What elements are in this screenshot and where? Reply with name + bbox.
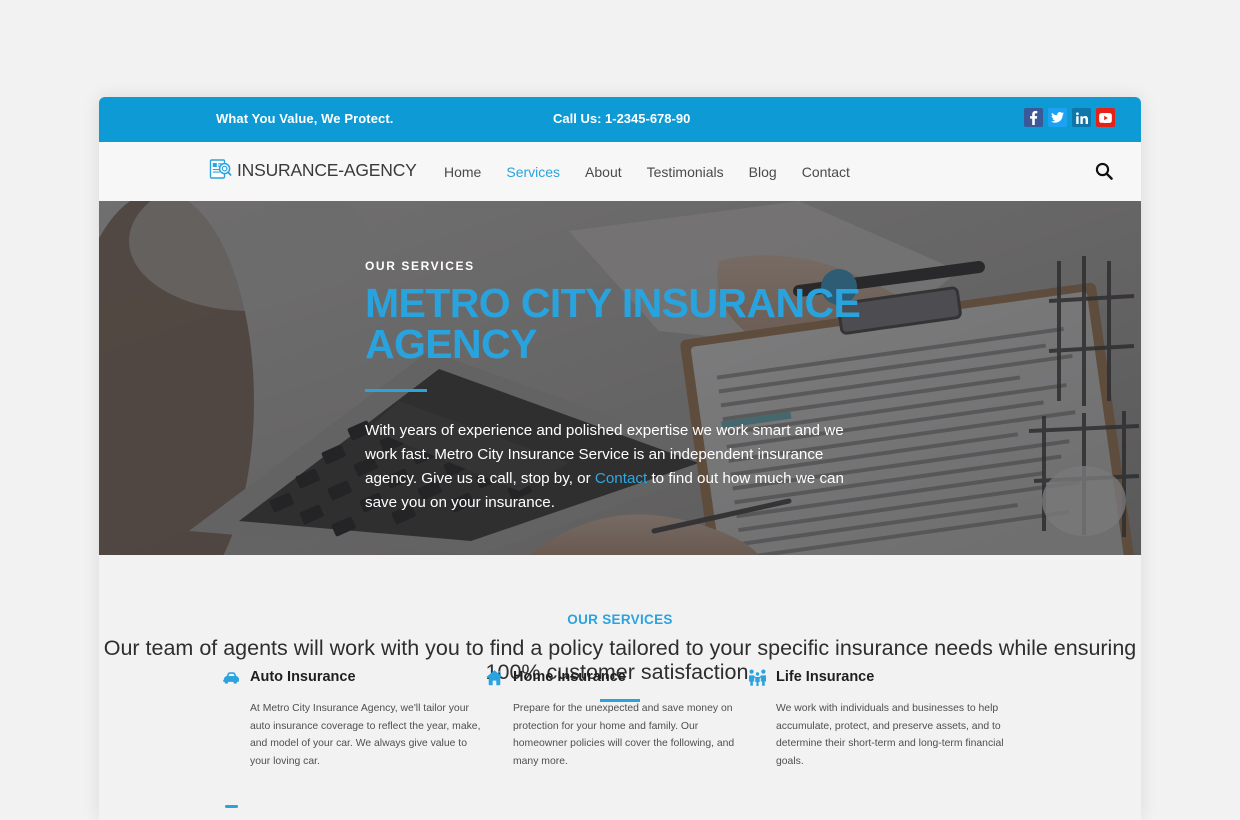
hero-contact-link[interactable]: Contact [595, 470, 647, 487]
service-card-title: Life Insurance [776, 669, 875, 685]
service-card-header: Life Insurance [748, 666, 1011, 688]
service-card-life: Life Insurance We work with individuals … [748, 666, 1011, 770]
hero-title: METRO CITY INSURANCE AGENCY [365, 280, 861, 367]
website-page: What You Value, We Protect. Call Us: 1-2… [99, 97, 1141, 820]
nav-item-home[interactable]: Home [444, 164, 481, 180]
phone-number-text: Call Us: 1-2345-678-90 [553, 111, 691, 126]
service-card-title: Home Insurance [513, 669, 626, 685]
service-card-body: At Metro City Insurance Agency, we'll ta… [250, 703, 481, 767]
youtube-icon[interactable] [1096, 108, 1115, 127]
hero-banner: OUR SERVICES METRO CITY INSURANCE AGENCY… [99, 201, 1141, 555]
nav-item-services[interactable]: Services [506, 164, 560, 180]
services-eyebrow: OUR SERVICES [567, 612, 673, 627]
nav-item-about[interactable]: About [585, 164, 622, 180]
service-card-body: We work with individuals and businesses … [776, 703, 1004, 767]
services-section: OUR SERVICES Our team of agents will wor… [99, 555, 1141, 820]
service-card-header: Home Insurance [485, 666, 748, 688]
primary-navigation: Home Services About Testimonials Blog Co… [444, 142, 850, 201]
hero-paragraph: With years of experience and polished ex… [365, 419, 875, 515]
family-icon [748, 668, 767, 687]
tagline-text: What You Value, We Protect. [216, 111, 394, 126]
facebook-icon[interactable] [1024, 108, 1043, 127]
nav-item-testimonials[interactable]: Testimonials [647, 164, 724, 180]
car-icon [222, 668, 241, 687]
home-icon [485, 668, 504, 687]
service-card-body: Prepare for the unexpected and save mone… [513, 703, 735, 767]
service-cards: Auto Insurance At Metro City Insurance A… [222, 666, 1012, 770]
hero-content: OUR SERVICES METRO CITY INSURANCE AGENCY… [365, 259, 875, 515]
service-card-header: Auto Insurance [222, 666, 485, 688]
linkedin-icon[interactable] [1072, 108, 1091, 127]
service-card-title: Auto Insurance [250, 669, 356, 685]
social-links [1024, 108, 1115, 127]
search-icon[interactable] [1094, 161, 1114, 181]
top-utility-bar: What You Value, We Protect. Call Us: 1-2… [99, 97, 1141, 142]
service-card-home: Home Insurance Prepare for the unexpecte… [485, 666, 748, 770]
hero-eyebrow: OUR SERVICES [365, 259, 475, 273]
document-search-logo-icon [207, 157, 233, 183]
twitter-icon[interactable] [1048, 108, 1067, 127]
site-navbar: INSURANCE-AGENCY Home Services About Tes… [99, 142, 1141, 201]
site-logo[interactable]: INSURANCE-AGENCY [207, 157, 417, 183]
service-card-auto: Auto Insurance At Metro City Insurance A… [222, 666, 485, 770]
next-service-icon-peek [222, 803, 241, 813]
nav-item-contact[interactable]: Contact [802, 164, 850, 180]
brand-name: INSURANCE-AGENCY [237, 159, 417, 180]
hero-divider [365, 389, 427, 392]
nav-item-blog[interactable]: Blog [749, 164, 777, 180]
